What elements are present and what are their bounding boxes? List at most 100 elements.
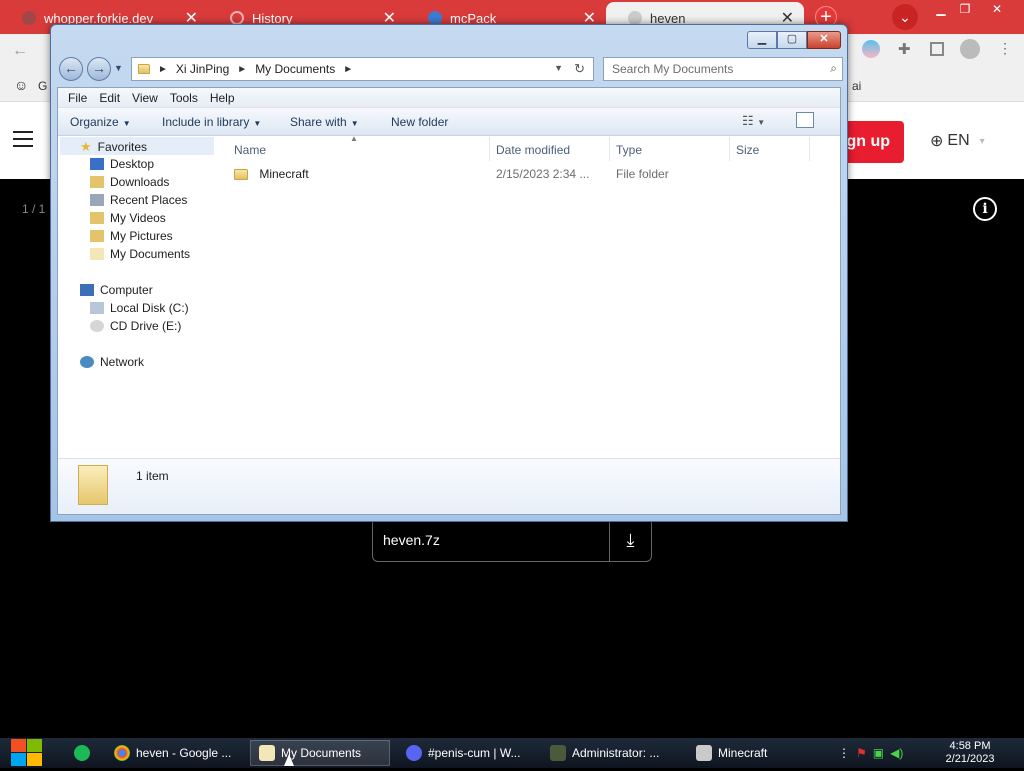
forward-button[interactable]: → xyxy=(87,57,111,81)
taskbar-item-discord[interactable]: #penis-cum | W... xyxy=(398,740,534,766)
file-date: 2/15/2023 2:34 ... xyxy=(496,167,590,181)
nav-my-documents[interactable]: My Documents xyxy=(90,247,190,261)
explorer-content: File Edit View Tools Help Organize ▼ Incl… xyxy=(57,87,841,515)
site-favicon-icon xyxy=(628,11,642,25)
recent-pages-dropdown-icon[interactable]: ▼ xyxy=(114,63,123,73)
search-icon[interactable]: ⌕ xyxy=(830,61,837,76)
chrome-icon xyxy=(114,745,130,761)
documents-folder-icon xyxy=(259,745,275,761)
taskbar-pinned-app[interactable] xyxy=(66,740,98,766)
maximize-button[interactable]: ▢ xyxy=(777,31,807,49)
page-counter: 1 / 1 xyxy=(22,202,46,216)
breadcrumb-item[interactable]: My Documents xyxy=(255,62,335,76)
close-icon[interactable]: ✕ xyxy=(982,0,1012,18)
view-options-icon[interactable]: ☷ ▼ xyxy=(742,113,765,129)
breadcrumb-separator-icon: ► xyxy=(343,63,354,75)
nav-desktop[interactable]: Desktop xyxy=(90,157,154,171)
menu-edit[interactable]: Edit xyxy=(93,88,126,107)
hamburger-menu-icon[interactable] xyxy=(13,131,33,151)
taskbar-item-minecraft[interactable]: Minecraft xyxy=(688,740,826,766)
menu-view[interactable]: View xyxy=(126,88,164,107)
close-button[interactable]: ✕ xyxy=(807,31,841,49)
dropdown-arrow-icon: ▼ xyxy=(122,119,131,128)
bookmark-item[interactable]: ai xyxy=(852,79,861,93)
globe-icon: ⊕ xyxy=(930,133,944,150)
volume-icon[interactable]: ◀) xyxy=(890,746,903,760)
dropdown-arrow-icon: ▼ xyxy=(253,119,262,128)
column-header-name[interactable]: Name ▲ xyxy=(228,134,490,161)
address-dropdown-icon[interactable]: ▼ xyxy=(554,63,563,73)
menu-file[interactable]: File xyxy=(62,88,93,107)
extension-icon[interactable] xyxy=(862,40,880,58)
site-favicon-icon xyxy=(428,11,442,25)
nav-label: CD Drive (E:) xyxy=(110,319,182,333)
language-selector[interactable]: ⊕ EN ▾ xyxy=(930,131,985,151)
action-center-flag-icon[interactable]: ⚑ xyxy=(856,746,867,760)
nav-my-pictures[interactable]: My Pictures xyxy=(90,229,173,243)
minimize-button[interactable]: ▁ xyxy=(747,31,777,49)
nav-downloads[interactable]: Downloads xyxy=(90,175,169,189)
nav-local-disk[interactable]: Local Disk (C:) xyxy=(90,301,189,315)
mouse-cursor-icon xyxy=(284,754,294,766)
include-in-library-button[interactable]: Include in library ▼ xyxy=(162,115,261,129)
taskbar-item-admin[interactable]: Administrator: ... xyxy=(542,740,680,766)
nav-label: Recent Places xyxy=(110,193,188,207)
network-icon xyxy=(80,356,94,368)
preview-pane-icon[interactable] xyxy=(796,112,814,128)
nav-network[interactable]: Network xyxy=(80,355,144,369)
navigation-pane: ★ Favorites Desktop Downloads Recent Pla… xyxy=(58,137,216,455)
terminal-icon xyxy=(550,745,566,761)
profile-avatar[interactable] xyxy=(960,39,980,59)
menu-tools[interactable]: Tools xyxy=(164,88,204,107)
taskbar-clock[interactable]: 4:58 PM 2/21/2023 xyxy=(930,740,1010,766)
tab-search-icon[interactable]: ⌄ xyxy=(892,4,918,30)
network-tray-icon[interactable]: ▣ xyxy=(873,746,884,760)
nav-label: Local Disk (C:) xyxy=(110,301,189,315)
java-icon xyxy=(696,745,712,761)
nav-my-videos[interactable]: My Videos xyxy=(90,211,166,225)
taskbar-item-label: heven - Google ... xyxy=(136,746,232,760)
site-favicon-icon xyxy=(22,11,36,25)
back-icon[interactable]: ← xyxy=(12,42,28,60)
nav-favorites[interactable]: ★ Favorites xyxy=(80,139,147,155)
nav-recent-places[interactable]: Recent Places xyxy=(90,193,187,207)
download-file-box: heven.7z ⤓ xyxy=(372,520,652,562)
nav-computer[interactable]: Computer xyxy=(80,283,153,297)
bookmark-icon[interactable]: ☺ xyxy=(14,77,28,93)
breadcrumb-item[interactable]: Xi JinPing xyxy=(176,62,229,76)
taskbar-item-label: #penis-cum | W... xyxy=(428,746,521,760)
history-icon xyxy=(230,11,244,25)
taskbar-item-label: Minecraft xyxy=(718,746,768,760)
bookmark-item[interactable]: G xyxy=(38,79,47,93)
taskbar-item-chrome[interactable]: heven - Google ... xyxy=(106,740,244,766)
column-header-type[interactable]: Type xyxy=(610,137,730,161)
extensions-puzzle-icon[interactable]: ✚ xyxy=(898,40,911,58)
start-button[interactable] xyxy=(10,738,44,768)
menu-bar: File Edit View Tools Help xyxy=(58,88,840,108)
info-icon[interactable]: i xyxy=(973,197,997,221)
column-header-size[interactable]: Size xyxy=(730,137,810,161)
window-controls: ▁ ▢ ✕ xyxy=(747,31,841,49)
more-menu-icon[interactable]: ⋮ xyxy=(998,40,1012,57)
sort-ascending-icon: ▲ xyxy=(350,134,358,143)
documents-folder-icon xyxy=(90,248,104,260)
organize-button[interactable]: Organize ▼ xyxy=(70,115,131,129)
taskbar-item-explorer[interactable]: My Documents xyxy=(250,740,390,766)
tray-overflow-icon[interactable]: ⋮ xyxy=(838,746,850,760)
share-with-button[interactable]: Share with ▼ xyxy=(290,115,359,129)
discord-icon xyxy=(406,745,422,761)
menu-help[interactable]: Help xyxy=(204,88,241,107)
back-button[interactable]: ← xyxy=(59,57,83,81)
address-bar[interactable]: ► Xi JinPing ► My Documents ► ▼ ↻ xyxy=(131,57,594,81)
nav-label: Favorites xyxy=(97,140,148,154)
side-panel-icon[interactable] xyxy=(930,42,944,56)
column-header-date[interactable]: Date modified xyxy=(490,137,610,161)
search-input[interactable]: Search My Documents ⌕ xyxy=(603,57,843,81)
nav-cd-drive[interactable]: CD Drive (E:) xyxy=(90,319,181,333)
download-icon[interactable]: ⤓ xyxy=(609,520,651,561)
refresh-icon[interactable]: ↻ xyxy=(574,61,585,77)
new-folder-button[interactable]: New folder xyxy=(391,115,448,129)
restore-icon[interactable]: ❐ xyxy=(950,0,980,18)
breadcrumb-separator-icon: ► xyxy=(237,63,248,75)
details-pane: 1 item xyxy=(58,458,840,514)
